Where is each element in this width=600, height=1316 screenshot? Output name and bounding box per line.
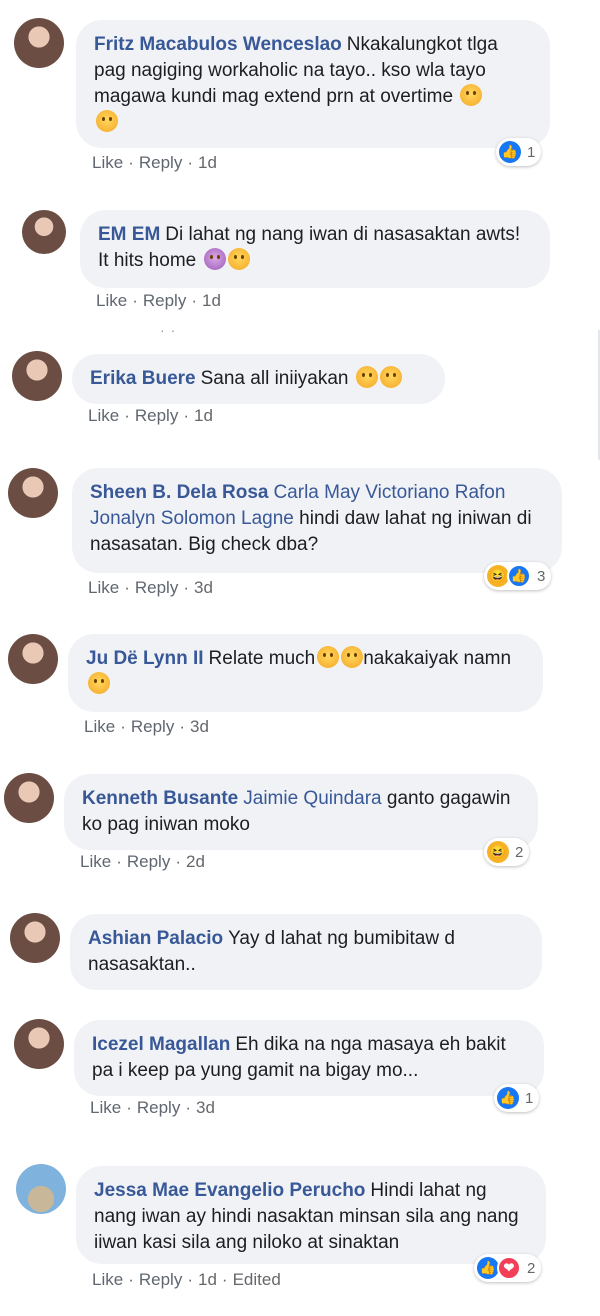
loading-dots: ·· bbox=[160, 322, 182, 338]
reply-link[interactable]: Reply bbox=[135, 578, 178, 597]
avatar[interactable] bbox=[8, 468, 58, 518]
comment-timestamp[interactable]: 3d bbox=[194, 578, 213, 597]
comment-actions: Like · Reply · 1d bbox=[96, 291, 221, 310]
avatar[interactable] bbox=[12, 351, 62, 401]
reaction-summary[interactable]: 😆 👍 3 bbox=[484, 562, 552, 590]
comment-actions: Like · Reply · 3d bbox=[90, 1098, 215, 1117]
like-link[interactable]: Like bbox=[80, 852, 111, 871]
comment-bubble: Ju Dë Lynn II Relate much nakakaiyak namn bbox=[68, 634, 543, 712]
crying-emoji-icon bbox=[355, 366, 378, 388]
comment-author[interactable]: Jessa Mae Evangelio Perucho bbox=[94, 1180, 365, 1201]
comment-text: Di lahat ng nang iwan di nasasaktan awts… bbox=[98, 224, 521, 271]
comment-actions: Like · Reply · 3d bbox=[84, 717, 209, 736]
comment-timestamp[interactable]: 1d bbox=[198, 153, 217, 172]
avatar[interactable] bbox=[8, 634, 58, 684]
reaction-count: 1 bbox=[525, 1089, 534, 1107]
love-reaction-icon: ❤ bbox=[497, 1256, 521, 1280]
comment-author[interactable]: Ashian Palacio bbox=[88, 928, 223, 949]
comment-timestamp[interactable]: 1d bbox=[202, 291, 221, 310]
reply-link[interactable]: Reply bbox=[135, 406, 178, 425]
like-reaction-icon: 👍 bbox=[477, 1257, 499, 1279]
avatar[interactable] bbox=[16, 1164, 66, 1214]
reaction-summary[interactable]: 👍 ❤ 2 bbox=[474, 1254, 542, 1282]
crying-emoji-icon bbox=[96, 110, 118, 132]
like-link[interactable]: Like bbox=[84, 717, 115, 736]
like-link[interactable]: Like bbox=[92, 1270, 123, 1289]
comment-timestamp[interactable]: 2d bbox=[186, 852, 205, 871]
tears-of-joy-emoji-icon bbox=[379, 366, 402, 388]
comment-actions: Like · Reply · 1d · Edited bbox=[92, 1270, 281, 1289]
comment-timestamp[interactable]: 3d bbox=[196, 1098, 215, 1117]
comment-timestamp[interactable]: 1d bbox=[194, 406, 213, 425]
loudly-crying-emoji-icon bbox=[88, 672, 110, 694]
comment-author[interactable]: Icezel Magallan bbox=[92, 1034, 230, 1055]
haha-reaction-icon: 😆 bbox=[487, 841, 509, 863]
like-reaction-icon: 👍 bbox=[507, 564, 531, 588]
reaction-summary[interactable]: 😆 2 bbox=[484, 838, 530, 866]
reaction-count: 1 bbox=[527, 143, 536, 161]
like-reaction-icon: 👍 bbox=[499, 141, 521, 163]
comment-author[interactable]: Ju Dë Lynn II bbox=[86, 648, 204, 669]
comment-timestamp[interactable]: 1d bbox=[198, 1270, 217, 1289]
like-link[interactable]: Like bbox=[88, 578, 119, 597]
dizzy-emoji-icon bbox=[203, 248, 226, 270]
like-link[interactable]: Like bbox=[88, 406, 119, 425]
reaction-summary[interactable]: 👍 1 bbox=[496, 138, 542, 166]
comment-actions: Like · Reply · 3d bbox=[88, 578, 213, 597]
edited-label[interactable]: Edited bbox=[233, 1270, 281, 1289]
avatar[interactable] bbox=[4, 773, 54, 823]
reaction-count: 3 bbox=[537, 567, 546, 585]
expressionless-emoji-icon bbox=[341, 646, 364, 668]
reply-link[interactable]: Reply bbox=[131, 717, 174, 736]
comment-author[interactable]: Erika Buere bbox=[90, 368, 196, 389]
reply-link[interactable]: Reply bbox=[127, 852, 170, 871]
comment-timestamp[interactable]: 3d bbox=[190, 717, 209, 736]
reply-link[interactable]: Reply bbox=[139, 1270, 182, 1289]
like-link[interactable]: Like bbox=[90, 1098, 121, 1117]
comment-bubble: Fritz Macabulos Wenceslao Nkakalungkot tl… bbox=[76, 20, 550, 148]
like-link[interactable]: Like bbox=[92, 153, 123, 172]
reply-link[interactable]: Reply bbox=[137, 1098, 180, 1117]
comment-author[interactable]: Fritz Macabulos Wenceslao bbox=[94, 34, 342, 55]
comment-bubble: Ashian Palacio Yay d lahat ng bumibitaw d… bbox=[70, 914, 542, 990]
comment-actions: Like · Reply · 2d bbox=[80, 852, 205, 871]
comment-bubble: Erika Buere Sana all iniiyakan bbox=[72, 354, 445, 404]
comment-text-continued: nakakaiyak namn bbox=[363, 648, 512, 669]
reply-link[interactable]: Reply bbox=[143, 291, 186, 310]
comment-bubble: Icezel Magallan Eh dika na nga masaya eh … bbox=[74, 1020, 544, 1096]
comment-actions: Like · Reply · 1d bbox=[88, 406, 213, 425]
reply-link[interactable]: Reply bbox=[139, 153, 182, 172]
tagged-users[interactable]: Jaimie Quindara bbox=[243, 788, 381, 809]
like-link[interactable]: Like bbox=[96, 291, 127, 310]
avatar[interactable] bbox=[10, 913, 60, 963]
comment-author[interactable]: Kenneth Busante bbox=[82, 788, 238, 809]
comment-actions: Like · Reply · 1d bbox=[92, 153, 217, 172]
comment-bubble: Sheen B. Dela Rosa Carla May Victoriano R… bbox=[72, 468, 562, 573]
comment-text: Relate much bbox=[208, 648, 316, 669]
avatar[interactable] bbox=[14, 18, 64, 68]
comment-author[interactable]: EM EM bbox=[98, 224, 160, 245]
comment-bubble: Kenneth Busante Jaimie Quindara ganto gag… bbox=[64, 774, 538, 850]
reaction-count: 2 bbox=[515, 843, 524, 861]
avatar[interactable] bbox=[22, 210, 66, 254]
comment-text: Sana all iniiyakan bbox=[200, 368, 349, 389]
crying-emoji-icon bbox=[317, 646, 340, 668]
comment-bubble: EM EM Di lahat ng nang iwan di nasasaktan… bbox=[80, 210, 550, 288]
reaction-summary[interactable]: 👍 1 bbox=[494, 1084, 540, 1112]
crying-emoji-icon bbox=[460, 84, 483, 106]
avatar[interactable] bbox=[14, 1019, 64, 1069]
haha-reaction-icon: 😆 bbox=[487, 565, 509, 587]
comment-author[interactable]: Sheen B. Dela Rosa bbox=[90, 482, 268, 503]
crying-emoji-icon bbox=[227, 248, 250, 270]
reaction-count: 2 bbox=[527, 1259, 536, 1277]
like-reaction-icon: 👍 bbox=[497, 1087, 519, 1109]
comment-bubble: Jessa Mae Evangelio Perucho Hindi lahat n… bbox=[76, 1166, 546, 1264]
